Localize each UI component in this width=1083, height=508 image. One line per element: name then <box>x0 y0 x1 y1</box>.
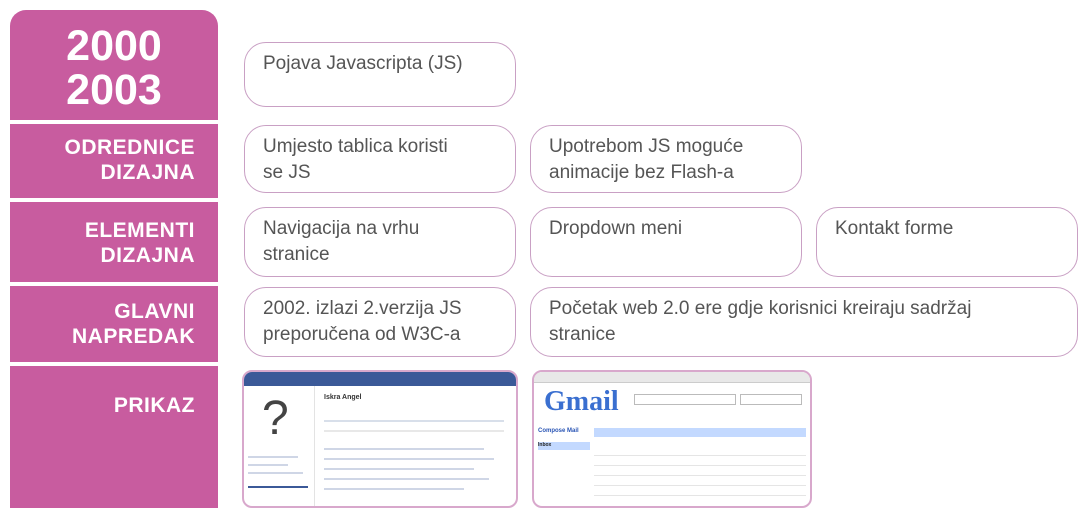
sidebar-divider <box>10 198 218 202</box>
box-text: Umjesto tablica koristi <box>263 136 448 157</box>
gmail-mail-row <box>594 466 806 476</box>
box-dropdown-meni: Dropdown meni <box>530 207 802 277</box>
sidebar-line <box>248 464 288 466</box>
label-line: NAPREDAK <box>71 325 195 348</box>
facebook-profile-name: Iskra Angel <box>324 394 362 401</box>
sidebar-divider <box>10 120 218 124</box>
box-text: Početak web 2.0 ere gdje korisnici kreir… <box>549 298 972 319</box>
gmail-toolbar <box>594 428 806 437</box>
box-text: animacije bez Flash-a <box>549 162 734 183</box>
facebook-sidebar: ? <box>244 386 315 506</box>
box-kontakt-forme: Kontakt forme <box>816 207 1078 277</box>
sidebar-divider <box>10 282 218 286</box>
label-prikaz: PRIKAZ <box>114 393 195 418</box>
year-end: 2003 <box>66 66 162 114</box>
box-text: Upotrebom JS moguće <box>549 136 744 157</box>
gmail-address-bar <box>534 372 810 383</box>
feed-line <box>324 448 484 450</box>
box-text: stranice <box>549 324 616 345</box>
box-text: preporučena od W3C-a <box>263 324 461 345</box>
sidebar-line <box>248 456 298 458</box>
box-animacije-bez-flash: Upotrebom JS moguće animacije bez Flash-… <box>530 125 802 193</box>
box-umjesto-tablica: Umjesto tablica koristi se JS <box>244 125 516 193</box>
label-odrednice-dizajna: ODREDNICE DIZAJNA <box>64 135 195 185</box>
gmail-mail-row <box>594 486 806 496</box>
year-range: 2000 2003 <box>10 24 218 112</box>
feed-line <box>324 458 494 460</box>
box-text: Navigacija na vrhu <box>263 218 420 239</box>
label-line: DIZAJNA <box>100 244 195 267</box>
gmail-inbox-item: Inbox <box>538 442 590 450</box>
box-text: se JS <box>263 162 311 183</box>
sidebar-line <box>248 486 308 488</box>
gmail-mail-row <box>594 476 806 486</box>
feed-line <box>324 488 464 490</box>
label-line: ODREDNICE <box>64 136 195 159</box>
feed-line <box>324 468 474 470</box>
sidebar-divider <box>10 362 218 366</box>
box-text: Dropdown meni <box>549 218 683 239</box>
label-line: DIZAJNA <box>100 161 195 184</box>
profile-placeholder-icon: ? <box>262 392 289 445</box>
label-line: GLAVNI <box>114 300 195 323</box>
facebook-screenshot: ? Iskra Angel <box>242 370 518 508</box>
label-glavni-napredak: GLAVNI NAPREDAK <box>72 299 195 349</box>
feed-line <box>324 420 504 422</box>
box-text: stranice <box>263 244 330 265</box>
gmail-search-field <box>740 394 802 405</box>
label-line: ELEMENTI <box>84 219 195 242</box>
feed-line <box>324 478 489 480</box>
gmail-compose-link: Compose Mail <box>538 428 579 434</box>
gmail-screenshot: Gmail Compose Mail Inbox <box>532 370 812 508</box>
feed-line <box>324 430 504 432</box>
sidebar-line <box>248 472 303 474</box>
label-line: PRIKAZ <box>113 394 195 417</box>
box-text: Kontakt forme <box>835 218 954 239</box>
gmail-logo: Gmail <box>544 386 619 417</box>
box-navigacija: Navigacija na vrhu stranice <box>244 207 516 277</box>
box-text: 2002. izlazi 2.verzija JS <box>263 298 462 319</box>
box-pojava-javascripta: Pojava Javascripta (JS) <box>244 42 516 107</box>
gmail-mail-row <box>594 446 806 456</box>
gmail-search-input <box>634 394 736 405</box>
box-web-2-0: Početak web 2.0 ere gdje korisnici kreir… <box>530 287 1078 357</box>
box-text: Pojava Javascripta (JS) <box>263 53 463 74</box>
label-elementi-dizajna: ELEMENTI DIZAJNA <box>85 218 195 268</box>
gmail-mail-row <box>594 456 806 466</box>
year-start: 2000 <box>66 22 162 70</box>
box-verzija-js: 2002. izlazi 2.verzija JS preporučena od… <box>244 287 516 357</box>
facebook-nav-bar <box>244 372 516 386</box>
